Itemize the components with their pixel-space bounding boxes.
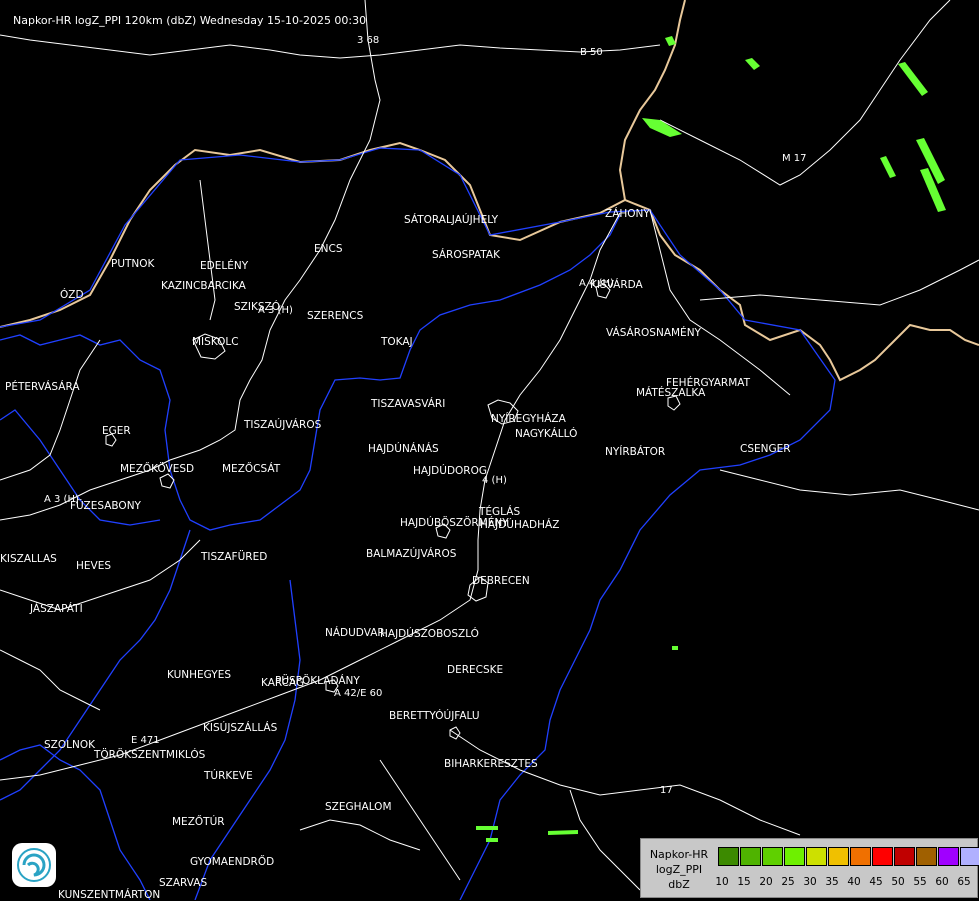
city-label: KAZINCBARCIKA bbox=[161, 280, 246, 292]
road-label: 3 68 bbox=[357, 35, 380, 46]
city-label: SZERENCS bbox=[307, 310, 364, 322]
city-label: HAJDÚHADHÁZ bbox=[480, 519, 560, 531]
legend-tick: 70 bbox=[975, 876, 979, 888]
city-label: TISZAVASVÁRI bbox=[371, 398, 446, 410]
city-label: KUNHEGYES bbox=[167, 669, 231, 681]
city-label: HAJDÚDOROG bbox=[413, 465, 487, 477]
city-label: KISÚJSZÁLLÁS bbox=[203, 722, 278, 734]
legend-tick: 25 bbox=[781, 876, 795, 888]
city-label: HEVES bbox=[76, 560, 112, 572]
road-label: A 42/E 60 bbox=[334, 688, 383, 699]
city-label: EGER bbox=[102, 425, 131, 437]
road-label: 17 bbox=[660, 785, 673, 796]
color-legend: Napkor-HR logZ_PPI dbZ 10 15 20 25 30 35 40 45 5… bbox=[640, 838, 979, 898]
city-label: KUNSZENTMÁRTON bbox=[58, 889, 161, 901]
city-label: KARCAG bbox=[261, 677, 305, 689]
legend-title: Napkor-HR logZ_PPI dbZ bbox=[646, 847, 712, 892]
legend-tick: 15 bbox=[737, 876, 751, 888]
city-label: BALMAZÚJVÁROS bbox=[366, 548, 457, 560]
city-label: TÚRKEVE bbox=[204, 770, 253, 782]
legend-ticks: 10 15 20 25 30 35 40 45 50 55 60 65 70 bbox=[711, 876, 979, 888]
city-label: SZEGHALOM bbox=[325, 801, 392, 813]
road-label: A 4 (H) bbox=[579, 278, 614, 289]
city-label: FÜZESABONY bbox=[70, 500, 141, 512]
city-label: SÁTORALJAÚJHELY bbox=[404, 214, 499, 226]
legend-swatch bbox=[762, 847, 783, 866]
legend-tick: 45 bbox=[869, 876, 883, 888]
map-title: Napkor-HR logZ_PPI 120km (dbZ) Wednesday… bbox=[13, 14, 367, 27]
city-label: SZOLNOK bbox=[44, 739, 95, 751]
city-label: MISKOLC bbox=[192, 336, 239, 348]
city-label: MÁTÉSZALKA bbox=[636, 387, 706, 399]
road-label: M 17 bbox=[782, 153, 807, 164]
legend-swatch bbox=[806, 847, 827, 866]
city-label: BIHARKERESZTES bbox=[444, 758, 538, 770]
legend-swatch bbox=[894, 847, 915, 866]
city-label: NYÍREGYHÁZA bbox=[491, 413, 566, 425]
legend-tick: 55 bbox=[913, 876, 927, 888]
legend-swatch bbox=[872, 847, 893, 866]
city-label: GYOMAENDRŐD bbox=[190, 856, 275, 868]
road-label: E 471 bbox=[131, 735, 160, 746]
road-label: A 3 (H) bbox=[258, 305, 293, 316]
city-label: MEZŐKÖVESD bbox=[120, 463, 195, 475]
city-label: VÁSÁROSNAMÉNY bbox=[606, 327, 701, 339]
city-label: SZARVAS bbox=[159, 877, 208, 889]
city-label: MEZŐTÚR bbox=[172, 816, 225, 828]
city-label: NYÍRBÁTOR bbox=[605, 446, 666, 458]
legend-swatch bbox=[960, 847, 979, 866]
legend-swatches bbox=[718, 847, 979, 866]
legend-tick: 50 bbox=[891, 876, 905, 888]
legend-swatch bbox=[850, 847, 871, 866]
legend-tick: 40 bbox=[847, 876, 861, 888]
city-label: ÓZD bbox=[60, 289, 84, 301]
city-label: BERETTYÓÚJFALU bbox=[389, 710, 480, 722]
road-label: 4 (H) bbox=[482, 475, 507, 486]
legend-swatch bbox=[718, 847, 739, 866]
legend-tick: 60 bbox=[935, 876, 949, 888]
legend-title-line1: Napkor-HR bbox=[649, 848, 709, 861]
legend-tick: 35 bbox=[825, 876, 839, 888]
city-label: DERECSKE bbox=[447, 664, 504, 676]
city-label: HAJDÚSZOBOSZLÓ bbox=[380, 628, 479, 640]
legend-swatch bbox=[916, 847, 937, 866]
city-label: CSENGER bbox=[740, 443, 791, 455]
legend-swatch bbox=[938, 847, 959, 866]
city-label: PUTNOK bbox=[111, 258, 155, 270]
city-label: EDELÉNY bbox=[200, 260, 249, 272]
city-label: MEZŐCSÁT bbox=[222, 463, 281, 475]
legend-title-line2: logZ_PPI bbox=[655, 863, 703, 876]
legend-tick: 10 bbox=[715, 876, 729, 888]
city-label: ZÁHONY bbox=[605, 208, 650, 220]
legend-tick: 30 bbox=[803, 876, 817, 888]
city-label: KISZALLAS bbox=[0, 553, 57, 565]
city-label: PÉTERVÁSÁRA bbox=[5, 381, 80, 393]
city-label: NÁDUDVAR bbox=[325, 627, 385, 639]
city-label: JÁSZAPÁTI bbox=[30, 603, 83, 615]
road-label: B 50 bbox=[580, 47, 603, 58]
legend-tick: 65 bbox=[957, 876, 971, 888]
legend-swatch bbox=[740, 847, 761, 866]
city-label: TOKAJ bbox=[381, 336, 413, 348]
city-label: NAGYKÁLLÓ bbox=[515, 428, 578, 440]
road-label: A 3 (H) bbox=[44, 494, 79, 505]
city-label: DEBRECEN bbox=[472, 575, 530, 587]
city-label: TISZAFÜRED bbox=[201, 551, 268, 563]
legend-title-line3: dbZ bbox=[668, 878, 690, 891]
city-label: ENCS bbox=[314, 243, 343, 255]
legend-tick: 20 bbox=[759, 876, 773, 888]
logo-icon bbox=[12, 843, 56, 887]
city-label: SÁROSPATAK bbox=[432, 249, 500, 261]
city-label: TISZAÚJVÁROS bbox=[244, 419, 322, 431]
legend-swatch bbox=[828, 847, 849, 866]
legend-swatch bbox=[784, 847, 805, 866]
city-label: TÖRÖKSZENTMIKLÓS bbox=[94, 749, 206, 761]
city-label: HAJDÚNÁNÁS bbox=[368, 443, 439, 455]
